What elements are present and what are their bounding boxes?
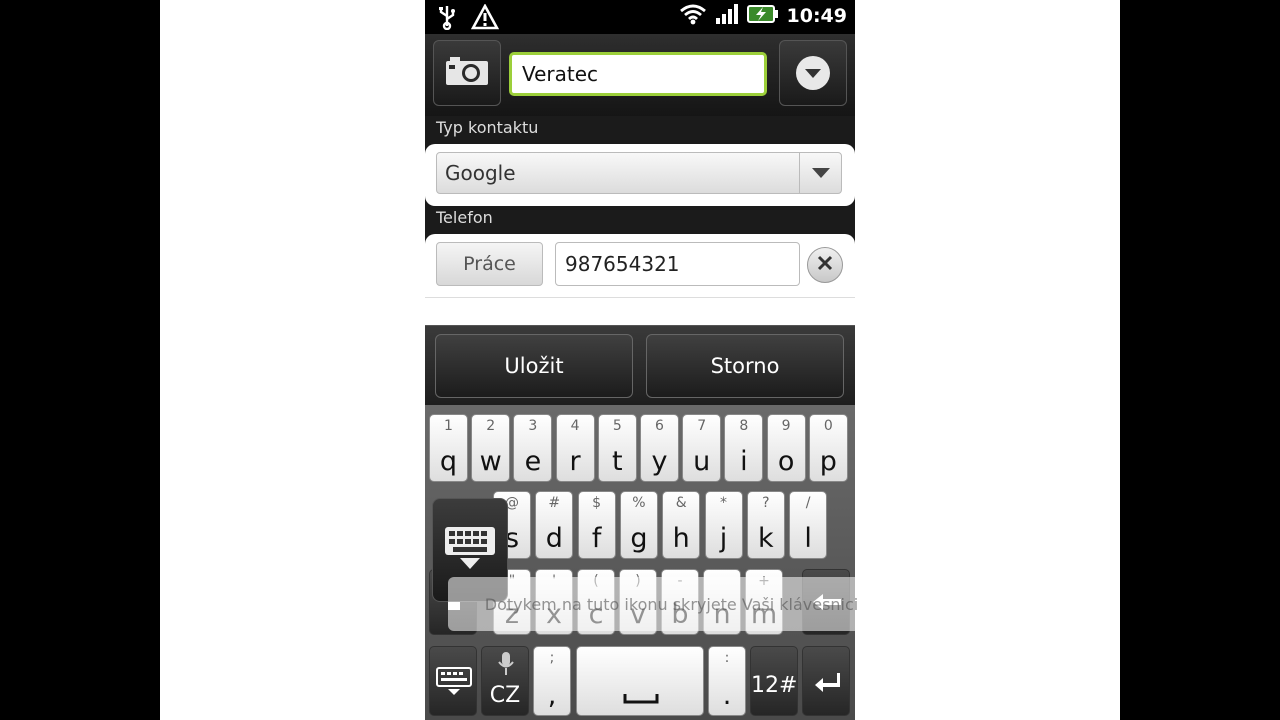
key-y[interactable]: 6y (640, 414, 679, 482)
clear-phone-button[interactable] (807, 247, 843, 283)
key-o[interactable]: 9o (766, 414, 806, 482)
left-margin (160, 0, 425, 720)
cancel-button[interactable]: Storno (646, 334, 844, 398)
save-button[interactable]: Uložit (435, 334, 633, 398)
wifi-icon (679, 3, 707, 29)
microphone-icon (498, 651, 514, 681)
key-q[interactable]: 1q (429, 414, 468, 482)
close-icon (817, 255, 833, 275)
battery-charging-icon (746, 4, 779, 28)
key-t[interactable]: 5t (597, 414, 637, 482)
key-f[interactable]: $ f (577, 491, 616, 559)
key-p[interactable]: 0p (808, 414, 848, 482)
chevron-down-icon (799, 153, 841, 193)
key-e[interactable]: 3e (513, 414, 553, 482)
signal-icon (715, 3, 739, 29)
contact-type-label: Typ kontaktu (436, 118, 539, 137)
hide-keyboard-key[interactable] (429, 646, 477, 716)
key-w[interactable]: 2w (471, 414, 511, 482)
contact-name-input[interactable]: Veratec (509, 52, 767, 96)
numbers-key[interactable]: 12# (750, 646, 798, 716)
status-bar: 10:49 (425, 0, 855, 34)
tooltip-toast: Dotykem na tuto ikonu skryjete Vaši kláv… (448, 577, 895, 631)
key-j[interactable]: * j (704, 491, 743, 559)
divider (425, 297, 855, 298)
enter-icon (813, 671, 841, 697)
more-options-button[interactable] (779, 40, 847, 106)
key-h[interactable]: & h (662, 491, 701, 559)
space-key[interactable] (576, 646, 704, 716)
usb-icon (437, 4, 457, 34)
key-k[interactable]: ? k (746, 491, 785, 559)
key-l[interactable]: / l (789, 491, 828, 559)
contact-type-value: Google (445, 161, 516, 185)
key-g[interactable]: % g (619, 491, 658, 559)
phone-section-label: Telefon (436, 208, 493, 227)
chevron-down-icon (796, 56, 830, 90)
keyboard-icon (436, 667, 472, 701)
action-bar: Uložit Storno (425, 325, 855, 405)
contact-type-select[interactable]: Google (436, 152, 842, 194)
warning-icon (470, 3, 500, 34)
contact-photo-button[interactable] (433, 40, 501, 106)
keyboard-hide-icon (444, 526, 496, 574)
enter-key[interactable] (802, 646, 850, 716)
space-icon (623, 689, 659, 708)
period-key[interactable]: : . (708, 646, 746, 716)
key-i[interactable]: 8i (724, 414, 764, 482)
language-mic-key[interactable]: CZ (481, 646, 529, 716)
phone-number-input[interactable]: 987654321 (555, 242, 800, 286)
contact-type-card: Google (425, 144, 855, 206)
language-label: CZ (489, 683, 521, 708)
key-u[interactable]: 7u (682, 414, 722, 482)
phone-type-button[interactable]: Práce (436, 242, 543, 286)
key-d[interactable]: # d (535, 491, 574, 559)
phone-card: Práce 987654321 (425, 234, 855, 326)
comma-key[interactable]: ; , (533, 646, 571, 716)
camera-icon (444, 55, 490, 91)
key-r[interactable]: 4r (555, 414, 595, 482)
contact-header: Veratec (425, 34, 855, 116)
clock: 10:49 (786, 5, 847, 27)
